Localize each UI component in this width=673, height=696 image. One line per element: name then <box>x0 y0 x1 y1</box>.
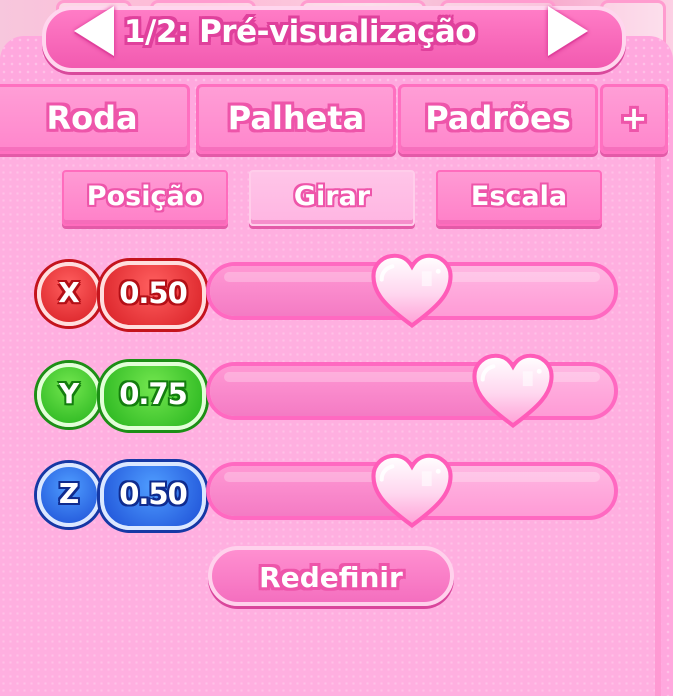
axis-letter: Y <box>58 377 80 410</box>
tab-palheta[interactable]: Palheta <box>196 84 396 154</box>
y-slider[interactable] <box>206 362 618 420</box>
tab-label: Roda <box>46 99 138 137</box>
subtab-girar[interactable]: Girar <box>249 170 415 226</box>
y-value-badge: 0.75 <box>100 362 206 430</box>
y-axis-icon: Y <box>37 363 101 427</box>
subtab-label: Girar <box>293 181 371 212</box>
plus-icon: + <box>620 99 648 137</box>
axis-value: 0.50 <box>119 276 188 310</box>
x-value-badge: 0.50 <box>100 261 206 329</box>
heart-handle-icon[interactable] <box>371 453 453 529</box>
axis-value: 0.50 <box>119 477 188 511</box>
right-arrow-icon[interactable] <box>548 6 588 56</box>
tab-roda[interactable]: Roda <box>0 84 190 154</box>
tab-label: Padrões <box>425 99 571 137</box>
z-value-badge: 0.50 <box>100 462 206 530</box>
rotation-panel <box>0 148 661 696</box>
axis-value: 0.75 <box>119 377 188 411</box>
subtab-label: Posição <box>86 181 204 212</box>
reset-label: Redefinir <box>259 561 403 594</box>
page-title: 1/2: Pré-visualização <box>123 14 477 50</box>
axis-letter: Z <box>58 477 80 510</box>
heart-handle-icon[interactable] <box>371 253 453 329</box>
tab-label: Palheta <box>227 99 365 137</box>
subtab-escala[interactable]: Escala <box>436 170 602 226</box>
reset-button[interactable]: Redefinir <box>208 546 454 606</box>
subtab-posicao[interactable]: Posição <box>62 170 228 226</box>
tab-padroes[interactable]: Padrões <box>398 84 598 154</box>
heart-handle-icon[interactable] <box>472 353 554 429</box>
tab-add[interactable]: + <box>600 84 668 154</box>
x-axis-icon: X <box>37 262 101 326</box>
axis-letter: X <box>58 276 80 309</box>
z-axis-icon: Z <box>37 463 101 527</box>
subtab-label: Escala <box>470 181 568 212</box>
